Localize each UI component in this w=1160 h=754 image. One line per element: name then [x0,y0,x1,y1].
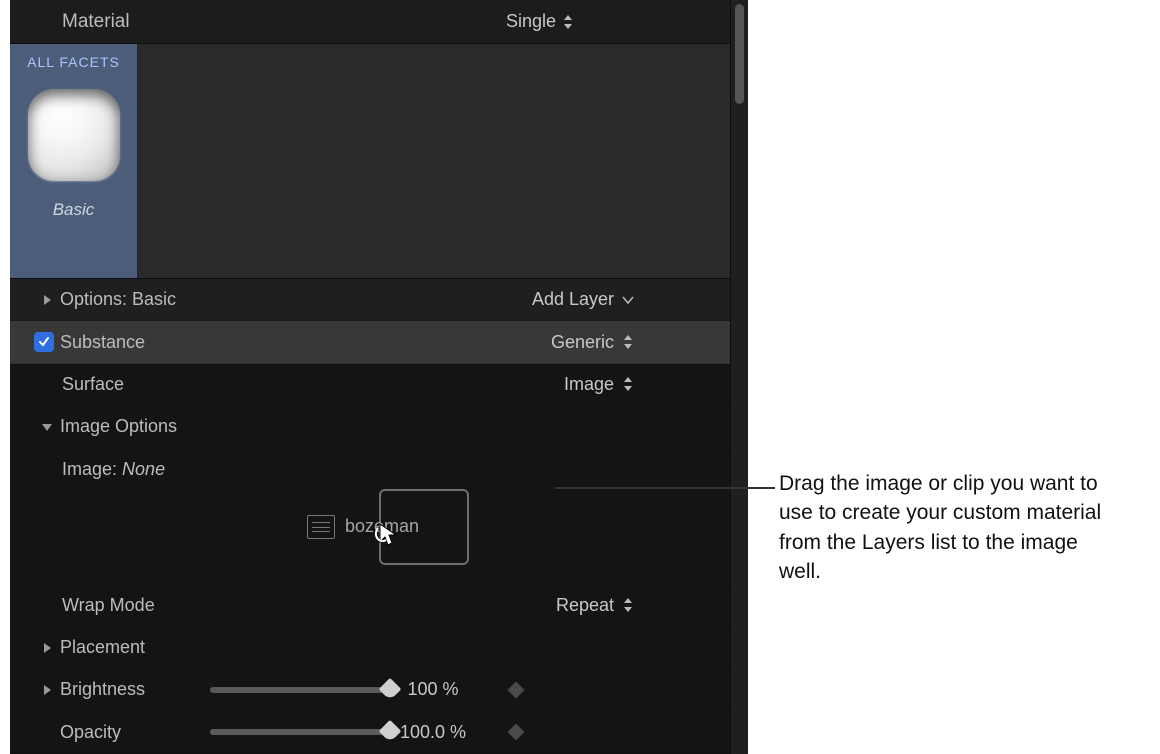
drag-ghost: bozeman [307,515,419,539]
material-label: Material [62,11,506,33]
wrap-mode-popup[interactable]: Repeat [374,595,634,616]
substance-popup[interactable]: Generic [374,332,634,353]
image-well-row: bozeman [62,480,714,574]
callout-text: Drag the image or clip you want to use t… [779,469,1119,587]
image-options-row: Image Options [10,406,730,448]
options-label: Options: Basic [60,289,374,310]
substance-row: Substance Generic [10,321,730,363]
facet-all-selected[interactable]: ALL FACETS Basic [10,44,138,278]
substance-value: Generic [551,332,614,353]
surface-popup[interactable]: Image [374,374,634,395]
filmstrip-icon [307,515,335,539]
placement-label: Placement [60,637,374,658]
facet-swatch [22,80,126,190]
facet-preset-name: Basic [53,200,95,220]
image-field-label: Image: None [62,459,714,480]
brightness-row: Brightness 100 % [10,669,730,711]
material-inspector-panel: Material Single ALL FACETS Basic [10,0,748,754]
vertical-scrollbar[interactable] [730,0,748,754]
image-well-group: Image: None bozeman [10,449,730,585]
material-mode-popup[interactable]: Single [506,11,714,32]
drag-cursor-icon [374,522,402,550]
image-options-label: Image Options [60,416,374,437]
slider-fill [210,687,390,693]
scrollbar-thumb[interactable] [735,4,744,104]
substance-label: Substance [60,332,374,353]
options-row: Options: Basic Add Layer [10,279,730,321]
opacity-label: Opacity [60,722,210,743]
brightness-slider[interactable] [210,687,390,693]
image-options-disclosure[interactable] [34,421,60,433]
add-layer-label: Add Layer [532,289,614,310]
updown-stepper-icon [622,334,634,350]
add-layer-popup[interactable]: Add Layer [374,289,634,310]
brightness-keyframe[interactable] [476,684,556,696]
wrap-mode-value: Repeat [556,595,614,616]
chevron-down-icon [622,296,634,304]
facets-bar: ALL FACETS Basic [10,44,730,279]
surface-value: Image [564,374,614,395]
material-mode-value: Single [506,11,556,32]
keyframe-diamond-icon [508,724,525,741]
slider-fill [210,729,390,735]
opacity-slider[interactable] [210,729,390,735]
wrap-mode-label: Wrap Mode [62,595,374,616]
options-disclosure[interactable] [34,294,60,306]
material-header-row: Material Single [10,0,730,44]
opacity-row: Opacity 100.0 % [10,712,730,754]
opacity-value[interactable]: 100.0 % [390,722,476,743]
updown-stepper-icon [622,597,634,613]
brightness-value[interactable]: 100 % [390,679,476,700]
brightness-label: Brightness [60,679,210,700]
wrap-mode-row: Wrap Mode Repeat [10,585,730,627]
facet-tab-title: ALL FACETS [27,54,120,70]
image-value: None [122,459,165,479]
surface-row: Surface Image [10,364,730,406]
keyframe-diamond-icon [508,681,525,698]
panel-body: Material Single ALL FACETS Basic [10,0,730,754]
callout-leader-line [555,487,775,489]
updown-stepper-icon [562,14,574,30]
updown-stepper-icon [622,376,634,392]
image-label-text: Image: [62,459,117,479]
placement-disclosure[interactable] [34,642,60,654]
material-preview-blob [28,89,120,181]
opacity-keyframe[interactable] [476,726,556,738]
substance-checkbox[interactable] [34,332,54,352]
brightness-disclosure[interactable] [34,684,60,696]
surface-label: Surface [62,374,374,395]
placement-row: Placement [10,627,730,669]
